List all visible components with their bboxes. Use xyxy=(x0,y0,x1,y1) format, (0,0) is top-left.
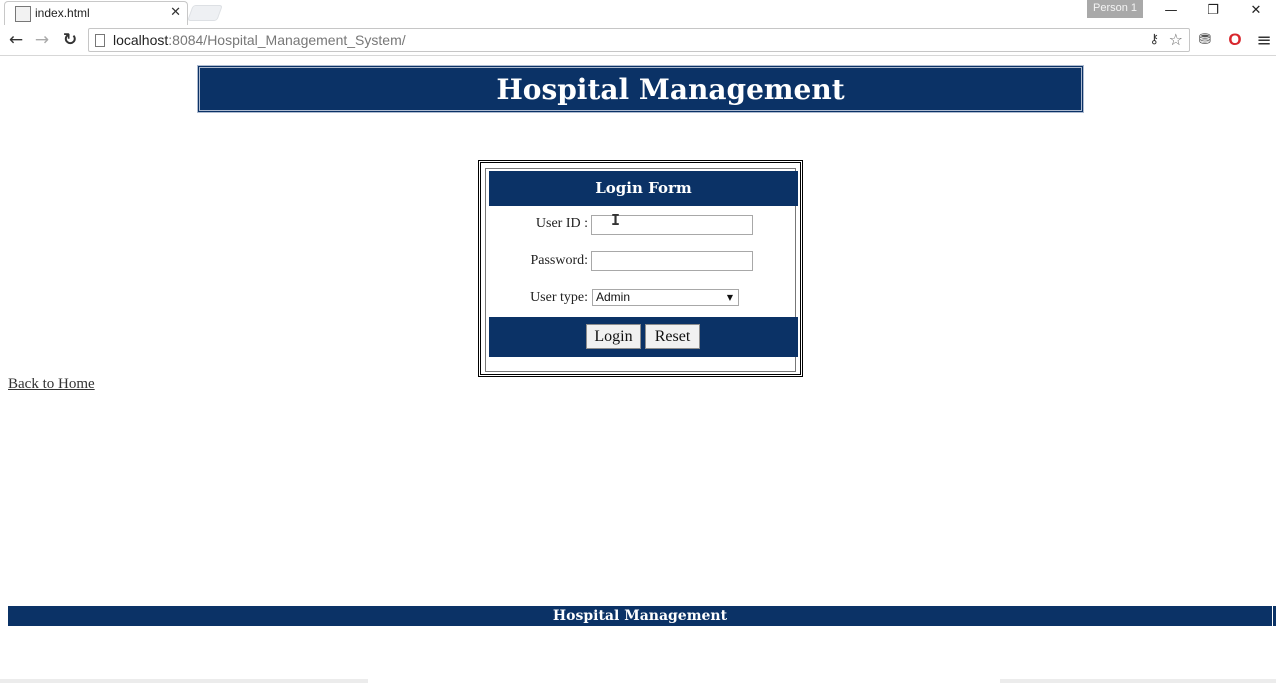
login-form-title: Login Form xyxy=(489,171,798,206)
new-tab-button[interactable] xyxy=(187,5,223,21)
login-button[interactable]: Login xyxy=(586,324,641,349)
footer-text: Hospital Management xyxy=(552,608,728,624)
dropdown-arrow-icon: ▼ xyxy=(726,293,733,302)
minimize-icon[interactable]: — xyxy=(1156,1,1186,21)
forward-arrow-icon[interactable]: → xyxy=(31,29,53,51)
user-id-label: User ID : xyxy=(535,216,588,231)
bookmark-star-icon[interactable]: ☆ xyxy=(1169,30,1183,49)
page-info-icon[interactable] xyxy=(95,34,105,47)
url-path: :8084/Hospital_Management_System/ xyxy=(168,32,406,48)
url-host: localhost xyxy=(113,32,169,48)
window-close-icon[interactable]: ✕ xyxy=(1241,1,1271,21)
opera-icon[interactable]: O xyxy=(1225,30,1245,50)
reload-icon[interactable]: ↻ xyxy=(59,29,81,51)
page-favicon-icon xyxy=(15,6,31,22)
extension-icon[interactable]: ⛃ xyxy=(1195,30,1215,50)
password-label: Password: xyxy=(530,253,588,268)
header-banner: Hospital Management xyxy=(197,65,1084,113)
form-button-bar: Login Reset xyxy=(489,317,798,357)
page-title: Hospital Management xyxy=(496,72,845,106)
login-form: Login Form User ID : Password: User type… xyxy=(478,160,803,377)
browser-toolbar: ← → ↻ localhost:8084/Hospital_Management… xyxy=(0,26,1276,56)
footer-bar: Hospital Management xyxy=(8,606,1272,626)
text-cursor-icon: I xyxy=(611,211,621,229)
user-type-selected-value: Admin xyxy=(596,290,631,304)
back-to-home-link[interactable]: Back to Home xyxy=(8,376,95,393)
browser-tab-strip: index.html ✕ Person 1 — ❐ ✕ xyxy=(0,0,1276,26)
address-bar[interactable]: localhost:8084/Hospital_Management_Syste… xyxy=(88,28,1190,52)
user-type-select[interactable]: Admin ▼ xyxy=(592,289,739,306)
user-type-label: User type: xyxy=(530,290,588,305)
password-input[interactable] xyxy=(591,251,753,271)
horizontal-scrollbar-thumb[interactable] xyxy=(368,679,1000,683)
browser-tab[interactable]: index.html ✕ xyxy=(4,1,188,25)
login-form-table: Login Form User ID : Password: User type… xyxy=(485,168,798,372)
key-icon[interactable]: ⚷ xyxy=(1149,32,1159,47)
back-arrow-icon[interactable]: ← xyxy=(5,29,27,51)
tab-close-icon[interactable]: ✕ xyxy=(170,4,181,22)
restore-icon[interactable]: ❐ xyxy=(1198,1,1228,21)
menu-icon[interactable]: ≡ xyxy=(1254,30,1274,51)
reset-button[interactable]: Reset xyxy=(645,324,700,349)
tab-title: index.html xyxy=(35,6,90,20)
url-text: localhost:8084/Hospital_Management_Syste… xyxy=(113,32,406,48)
profile-button[interactable]: Person 1 xyxy=(1087,0,1143,18)
